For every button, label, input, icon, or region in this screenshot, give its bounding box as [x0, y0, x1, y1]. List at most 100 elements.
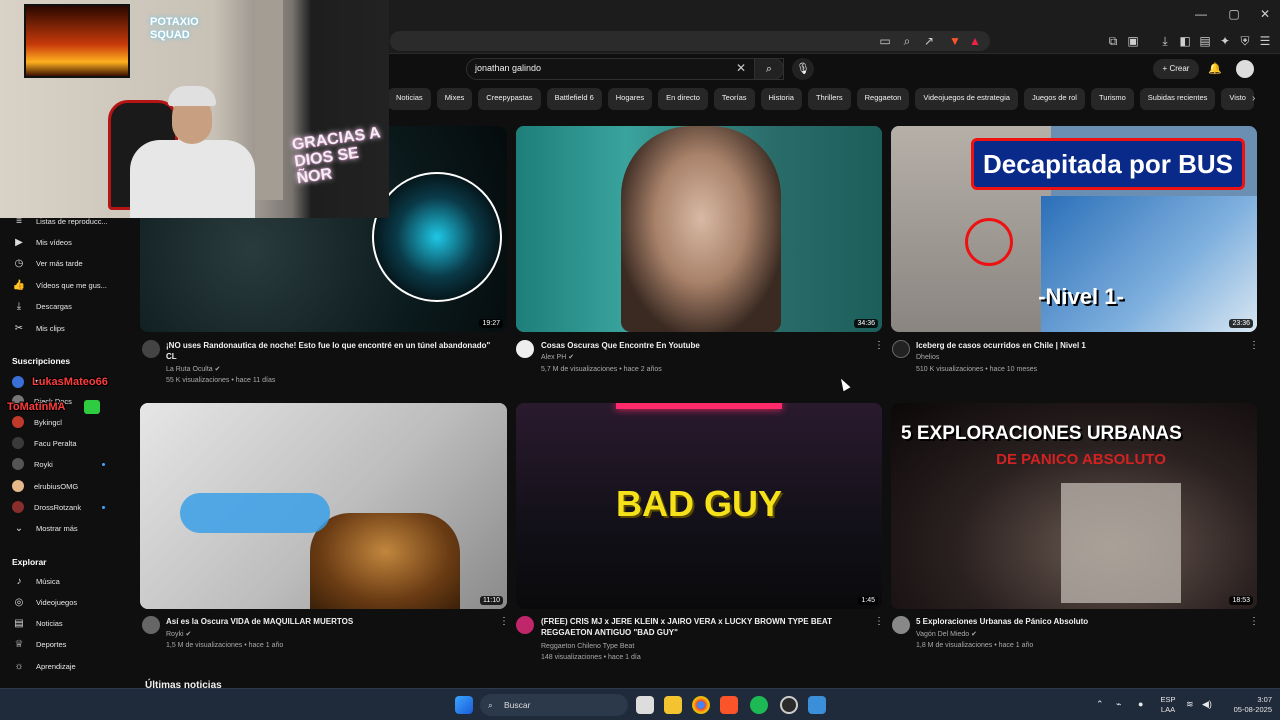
- wifi-icon[interactable]: ≋: [1186, 699, 1194, 709]
- video-channel[interactable]: Dhelios: [916, 352, 939, 363]
- chevron-up-icon[interactable]: ⌃: [1096, 699, 1104, 709]
- chevron-right-icon[interactable]: ›: [1252, 93, 1255, 104]
- video-channel[interactable]: Royki ✔: [166, 629, 191, 640]
- downloads-icon[interactable]: ⤓: [1158, 34, 1172, 48]
- notifications-bell-icon[interactable]: 🔔: [1208, 62, 1222, 75]
- channel-avatar: [12, 437, 24, 449]
- category-chip[interactable]: Subidas recientes: [1139, 88, 1216, 110]
- clock[interactable]: 3:07 05-08-2025: [1222, 695, 1272, 715]
- sidebar-item[interactable]: ▤ Noticias: [12, 615, 62, 633]
- volume-icon[interactable]: ◀): [1202, 699, 1212, 709]
- show-more-button[interactable]: ⌄ Mostrar más: [12, 519, 78, 537]
- video-thumbnail[interactable]: Decapitada por BUS -Nivel 1- 23:36: [891, 126, 1257, 332]
- more-options-icon[interactable]: ⋮: [1249, 340, 1259, 351]
- chrome-icon[interactable]: [692, 696, 710, 714]
- network-icon[interactable]: ⌁: [1116, 699, 1121, 709]
- category-chip[interactable]: Teorías: [713, 88, 755, 110]
- video-thumbnail[interactable]: 11:10: [140, 403, 507, 609]
- video-title[interactable]: 5 Exploraciones Urbanas de Pánico Absolu…: [916, 616, 1236, 627]
- category-chip[interactable]: Videojuegos de estrategia: [915, 88, 1018, 110]
- sidebar-item[interactable]: ♕ Deportes: [12, 636, 67, 654]
- category-chip[interactable]: Historia: [760, 88, 802, 110]
- sidebar-item[interactable]: ♪ Música: [12, 572, 60, 590]
- sidebar-item[interactable]: ☼ Aprendizaje: [12, 657, 75, 675]
- sidebar-item[interactable]: DrossRotzank: [12, 498, 81, 516]
- spotify-icon[interactable]: [750, 696, 768, 714]
- sidebar-item[interactable]: ✂ Mis clips: [12, 319, 65, 337]
- channel-avatar[interactable]: [516, 616, 534, 634]
- channel-avatar[interactable]: [516, 340, 534, 358]
- task-view-icon[interactable]: [636, 696, 654, 714]
- video-channel[interactable]: La Ruta Oculta ✔: [166, 364, 221, 375]
- video-title[interactable]: (FREE) CRIS MJ x JERE KLEIN x JAIRO VERA…: [541, 616, 861, 638]
- sidebar-item[interactable]: ▶ Mis vídeos: [12, 233, 72, 251]
- close-window-button[interactable]: ✕: [1258, 7, 1272, 21]
- video-title[interactable]: Cosas Oscuras Que Encontre En Youtube: [541, 340, 861, 351]
- category-chip[interactable]: Creepypastas: [478, 88, 541, 110]
- sidebar-toggle-icon[interactable]: ◧: [1178, 34, 1192, 48]
- video-thumbnail[interactable]: 5 EXPLORACIONES URBANAS DE PANICO ABSOLU…: [891, 403, 1257, 609]
- brave-shield-icon[interactable]: ▼: [948, 34, 962, 48]
- more-options-icon[interactable]: ⋮: [1249, 616, 1259, 627]
- wallet-icon[interactable]: ▣: [1126, 34, 1140, 48]
- sidebar-item[interactable]: ⤓ Descargas: [12, 298, 72, 316]
- category-chip[interactable]: Mixes: [436, 88, 473, 110]
- category-chip[interactable]: Reggaeton: [856, 88, 910, 110]
- category-chip[interactable]: Battlefield 6: [546, 88, 602, 110]
- more-options-icon[interactable]: ⋮: [874, 616, 884, 627]
- sidebar-item[interactable]: Facu Peralta: [12, 434, 77, 452]
- sidebar-item[interactable]: 👍 Vídeos que me gus...: [12, 276, 107, 294]
- category-chip[interactable]: Noticias: [388, 88, 431, 110]
- search-button[interactable]: ⌕: [754, 58, 784, 80]
- category-chip[interactable]: Visto: [1221, 88, 1254, 110]
- sidebar-item[interactable]: elrubiusOMG: [12, 477, 78, 495]
- clear-search-icon[interactable]: ✕: [736, 61, 746, 75]
- channel-avatar[interactable]: [892, 616, 910, 634]
- video-thumbnail[interactable]: 34:36: [516, 126, 882, 332]
- video-title[interactable]: Iceberg de casos ocurridos en Chile | Ni…: [916, 340, 1236, 351]
- sidebar-item[interactable]: Bykingcl: [12, 413, 62, 431]
- leo-ai-icon[interactable]: ✦: [1218, 34, 1232, 48]
- menu-icon[interactable]: ☰: [1258, 34, 1272, 48]
- brave-icon[interactable]: [720, 696, 738, 714]
- sidebar-item-label: Mis clips: [36, 323, 65, 333]
- account-avatar[interactable]: [1236, 60, 1254, 78]
- category-chip[interactable]: Thrillers: [807, 88, 851, 110]
- video-channel[interactable]: Vagón Del Miedo ✔: [916, 629, 977, 640]
- obs-icon[interactable]: [780, 696, 798, 714]
- category-chip[interactable]: Turismo: [1090, 88, 1134, 110]
- more-options-icon[interactable]: ⋮: [499, 616, 509, 627]
- category-chip[interactable]: Juegos de rol: [1023, 88, 1085, 110]
- channel-avatar[interactable]: [142, 616, 160, 634]
- video-channel[interactable]: Alex PH ✔: [541, 352, 574, 363]
- minimize-button[interactable]: —: [1194, 7, 1208, 21]
- language-indicator[interactable]: ESP LAA: [1158, 695, 1178, 715]
- cast-icon[interactable]: ▭: [878, 34, 892, 48]
- voice-search-button[interactable]: 🎙: [792, 58, 814, 80]
- more-options-icon[interactable]: ⋮: [874, 340, 884, 351]
- taskbar-search[interactable]: ⌕ Buscar: [480, 694, 628, 716]
- channel-avatar[interactable]: [892, 340, 910, 358]
- channel-avatar[interactable]: [142, 340, 160, 358]
- video-thumbnail[interactable]: BAD GUY 1:45: [516, 403, 882, 609]
- video-title[interactable]: Así es la Oscura VIDA de MAQUILLAR MUERT…: [166, 616, 486, 627]
- sidebar-item[interactable]: Royki: [12, 455, 53, 473]
- share-icon[interactable]: ↗: [922, 34, 936, 48]
- category-chip[interactable]: Hogares: [607, 88, 653, 110]
- sidebar-item[interactable]: ◷ Ver más tarde: [12, 255, 83, 273]
- brave-rewards-icon[interactable]: ▲: [968, 34, 982, 48]
- video-channel[interactable]: Reggaeton Chileno Type Beat: [541, 641, 634, 652]
- zoom-icon[interactable]: ⌕: [900, 34, 914, 48]
- file-explorer-icon[interactable]: [664, 696, 682, 714]
- vpn-icon[interactable]: ▤: [1198, 34, 1212, 48]
- create-button[interactable]: + Crear: [1153, 59, 1199, 79]
- maximize-button[interactable]: ▢: [1227, 7, 1241, 21]
- mic-icon[interactable]: ●: [1138, 699, 1143, 709]
- windows-start-icon[interactable]: [455, 696, 473, 714]
- category-chip[interactable]: En directo: [658, 88, 708, 110]
- sidebar-item[interactable]: ◎ Videojuegos: [12, 593, 78, 611]
- extensions-icon[interactable]: ⧉: [1106, 34, 1120, 48]
- shield-icon[interactable]: ⛨: [1238, 34, 1252, 48]
- video-title[interactable]: ¡NO uses Randonautica de noche! Esto fue…: [166, 340, 496, 362]
- app-icon[interactable]: [808, 696, 826, 714]
